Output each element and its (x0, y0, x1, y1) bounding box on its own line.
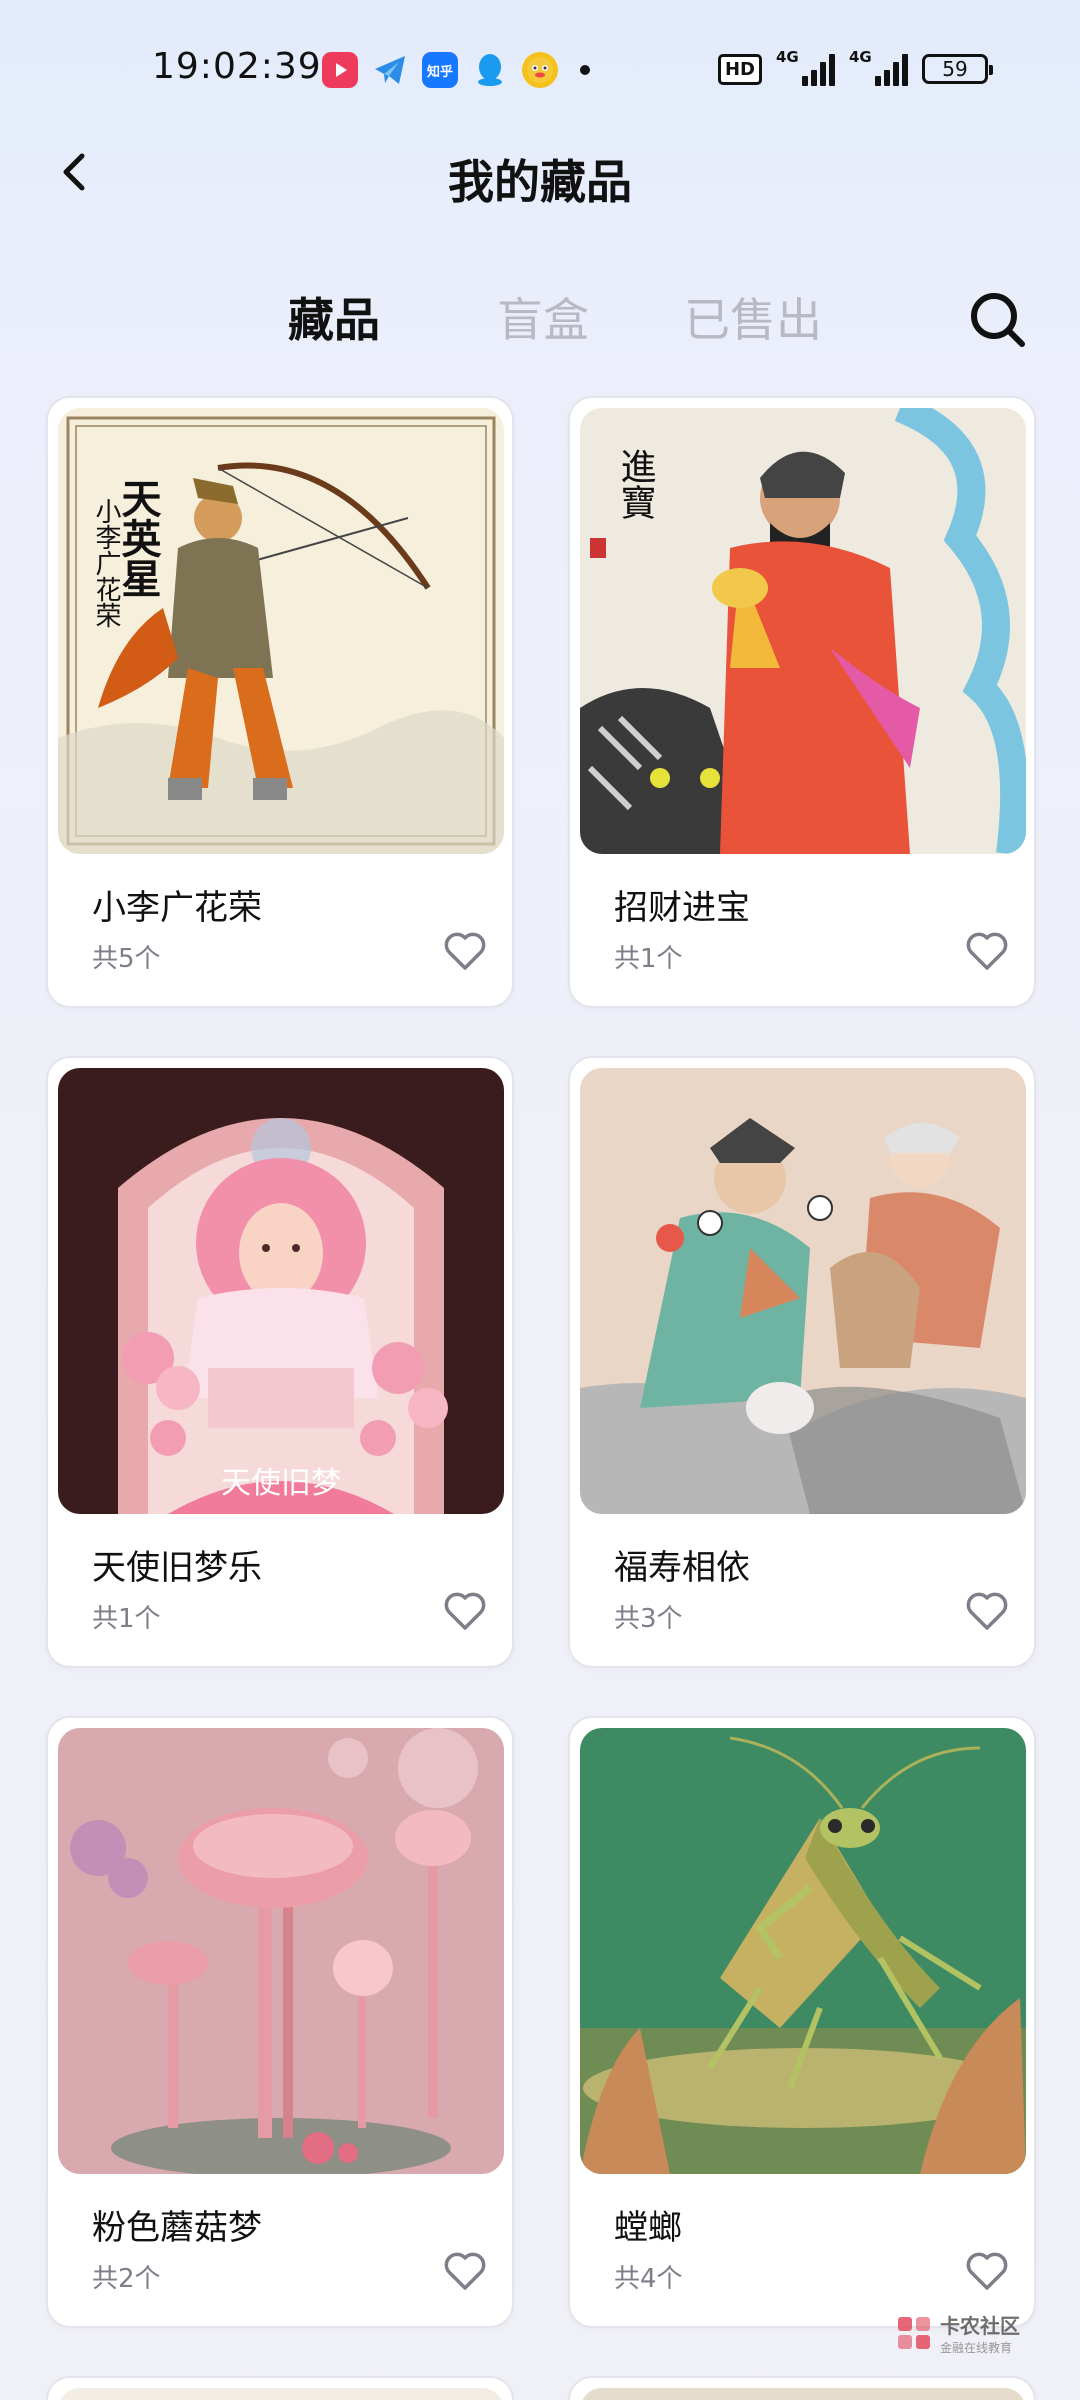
illustration-text: 天使旧梦 (221, 1466, 341, 1501)
hd-icon: HD (717, 53, 762, 85)
telegram-icon (372, 52, 408, 88)
watermark-title: 卡农社区 (940, 2314, 1020, 2338)
item-name: 粉色蘑菇梦 (92, 2208, 262, 2248)
archer-painting-image: 天英星 小李广花荣 (58, 408, 504, 854)
status-time: 19:02:39 (152, 46, 322, 87)
battery-icon: 59 (922, 54, 993, 84)
archer-title-text: 天英星 (115, 478, 162, 598)
collection-card[interactable]: 粉色蘑菇梦 共2个 (46, 1716, 514, 2328)
collection-page: 19:02:39 知乎 HD 4G 4G 59 我的藏品 藏品 盲盒 已售出 天… (0, 0, 1080, 2400)
heart-icon (444, 932, 486, 970)
favorite-button[interactable] (442, 2248, 488, 2294)
deity-tiger-painting-image: 進寶 (580, 408, 1026, 854)
pink-mushroom-render-image (58, 1728, 504, 2174)
tab-label: 盲盒 (497, 293, 589, 347)
heart-icon (966, 1592, 1008, 1630)
search-button[interactable] (968, 290, 1028, 350)
status-bar: 19:02:39 知乎 HD 4G 4G 59 (0, 0, 1080, 140)
more-notifications-dot (580, 65, 590, 75)
item-name: 福寿相依 (614, 1548, 750, 1588)
mantis-render-image (580, 1728, 1026, 2174)
watermark-subtitle: 金融在线教育 (940, 2341, 1013, 2355)
tieba-icon (522, 52, 558, 88)
item-name: 招财进宝 (614, 888, 750, 928)
favorite-button[interactable] (964, 928, 1010, 974)
collection-card[interactable]: 天英星 小李广花荣 小李广花荣 共5个 (46, 396, 514, 1008)
tab-collection[interactable]: 藏品 (276, 284, 394, 350)
collection-card[interactable]: 天使旧梦 天使旧梦乐 共1个 (46, 1056, 514, 1668)
item-count: 共5个 (92, 944, 161, 974)
heart-icon (966, 2252, 1008, 2290)
collection-card[interactable]: 福寿相依 共3个 (568, 1056, 1036, 1668)
item-name: 小李广花荣 (92, 888, 262, 928)
item-count: 共2个 (92, 2264, 161, 2294)
search-icon (971, 293, 1025, 347)
collection-card[interactable]: 進寶 招财进宝 共1个 (568, 396, 1036, 1008)
qq-icon (472, 52, 508, 88)
tab-label: 藏品 (288, 293, 380, 347)
item-count: 共4个 (614, 2264, 683, 2294)
item-name: 螳螂 (614, 2208, 682, 2248)
pink-girl-illustration-image: 天使旧梦 (58, 1068, 504, 1514)
item-count: 共1个 (614, 944, 683, 974)
heart-icon (444, 1592, 486, 1630)
card-image-partial (58, 2388, 504, 2400)
collection-card-partial[interactable] (46, 2376, 514, 2400)
favorite-button[interactable] (964, 1588, 1010, 1634)
heart-icon (966, 932, 1008, 970)
tab-sold[interactable]: 已售出 (684, 284, 822, 350)
item-name: 天使旧梦乐 (92, 1548, 262, 1588)
watermark: 卡农社区 金融在线教育 (896, 2310, 1020, 2356)
zhihu-icon: 知乎 (422, 52, 458, 88)
item-count: 共3个 (614, 1604, 683, 1634)
page-title: 我的藏品 (448, 155, 632, 209)
tab-label: 已售出 (684, 293, 822, 347)
video-app-icon (322, 52, 358, 88)
notification-icons: 知乎 (322, 52, 590, 88)
item-count: 共1个 (92, 1604, 161, 1634)
signal-icon-2: 4G (849, 48, 908, 86)
tab-blind-box[interactable]: 盲盒 (497, 284, 589, 350)
heart-icon (444, 2252, 486, 2290)
favorite-button[interactable] (964, 2248, 1010, 2294)
archer-subtitle-text: 小李广花荣 (91, 498, 121, 628)
deity-title-text: 進寶 (615, 448, 656, 520)
watermark-logo-icon (898, 2317, 930, 2349)
favorite-button[interactable] (442, 1588, 488, 1634)
signal-icon-1: 4G (776, 48, 835, 86)
favorite-button[interactable] (442, 928, 488, 974)
two-immortals-painting-image (580, 1068, 1026, 1514)
collection-card-partial[interactable] (568, 2376, 1036, 2400)
system-indicators: HD 4G 4G 59 (717, 48, 993, 86)
collection-card[interactable]: 螳螂 共4个 (568, 1716, 1036, 2328)
card-image-partial (580, 2388, 1026, 2400)
tab-bar: 藏品 盲盒 已售出 (0, 284, 1080, 364)
